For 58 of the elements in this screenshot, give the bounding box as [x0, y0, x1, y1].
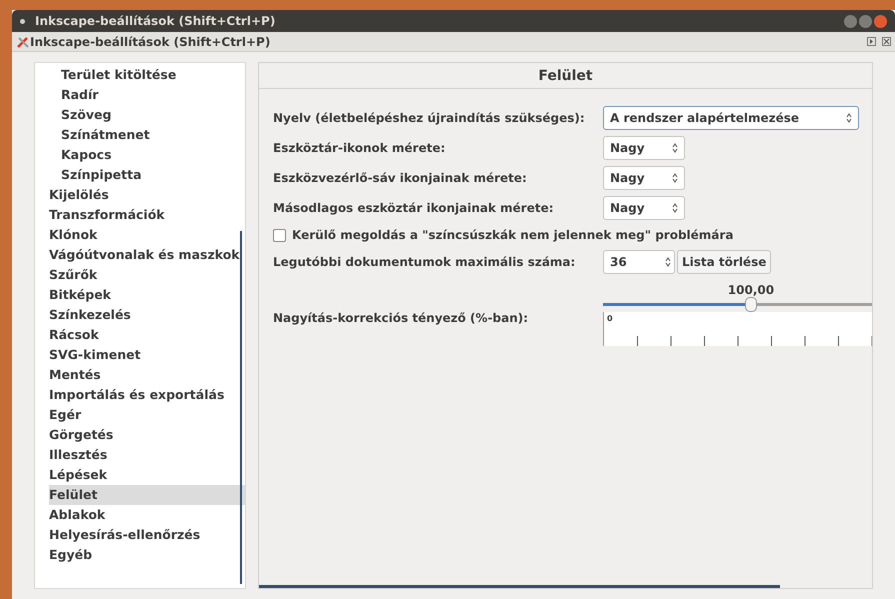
- dropdown[interactable]: A rendszer alapértelmezése: [603, 106, 859, 130]
- spin-field[interactable]: 36: [603, 250, 675, 274]
- dropdown[interactable]: Nagy: [603, 136, 685, 160]
- field-label: Másodlagos eszköztár ikonjainak mérete:: [273, 200, 555, 217]
- tree-item[interactable]: Szűrők: [49, 265, 245, 285]
- tree-item[interactable]: Bitképek: [49, 285, 245, 305]
- play-icon[interactable]: [867, 37, 876, 46]
- field-label: Eszközvezérlő-sáv ikonjainak mérete:: [273, 170, 528, 187]
- tree-item[interactable]: Kapocs: [49, 145, 245, 165]
- checkbox-label: Kerülő megoldás a "színcsúszkák nem jelennek meg" problémára: [292, 227, 734, 244]
- checkbox[interactable]: [273, 228, 286, 242]
- spin-arrows-icon: [665, 257, 671, 267]
- tree-item[interactable]: Illesztés: [49, 445, 245, 465]
- tree-item[interactable]: Szöveg: [49, 105, 245, 125]
- tree-item[interactable]: Görgetés: [49, 425, 245, 445]
- panel-title: Felület: [259, 63, 872, 89]
- field-label: Eszköztár-ikonok mérete:: [273, 140, 446, 157]
- field-label: Legutóbbi dokumentumok maximális száma:: [273, 254, 576, 271]
- tree-item[interactable]: Terület kitöltése: [49, 65, 245, 85]
- tree-item[interactable]: Klónok: [49, 225, 245, 245]
- dropdown[interactable]: Nagy: [603, 196, 685, 220]
- tree-item[interactable]: Mentés: [49, 365, 245, 385]
- close-button[interactable]: [874, 14, 887, 28]
- slider-reading: 100,00: [728, 282, 774, 299]
- tools-icon: [16, 34, 30, 48]
- tree-item[interactable]: Egér: [49, 405, 245, 425]
- tree-item[interactable]: Színkezelés: [49, 305, 245, 325]
- tree-item[interactable]: Színátmenet: [49, 125, 245, 145]
- slider-thumb[interactable]: [744, 297, 757, 312]
- tree-item[interactable]: Egyéb: [49, 545, 245, 565]
- dropdown[interactable]: Nagy: [603, 166, 685, 190]
- tree-item[interactable]: Transzformációk: [49, 205, 245, 225]
- tree-item[interactable]: Vágóútvonalak és maszkok: [49, 245, 245, 265]
- tree-item[interactable]: Radír: [49, 85, 245, 105]
- ruler-label: 0: [607, 314, 613, 324]
- field-label: Nagyítás-korrekciós tényező (%-ban):: [273, 310, 530, 327]
- field-label: Nyelv (életbelépéshez újraindítás szükséges):: [273, 110, 586, 127]
- tree-item[interactable]: Rácsok: [49, 325, 245, 345]
- tree-item[interactable]: Ablakok: [49, 505, 245, 525]
- spin-arrows-icon: [672, 173, 678, 183]
- tree-item[interactable]: Lépések: [49, 465, 245, 485]
- maximize-button[interactable]: [859, 14, 872, 28]
- window-title: Inkscape-beállítások (Shift+Ctrl+P): [35, 13, 276, 30]
- tree-item[interactable]: SVG-kimenet: [49, 345, 245, 365]
- scrollbar[interactable]: [259, 585, 780, 588]
- close-icon[interactable]: [882, 37, 891, 46]
- dialog-title: Inkscape-beállítások (Shift+Ctrl+P): [30, 34, 270, 50]
- tree-item[interactable]: Helyesírás-ellenőrzés: [49, 525, 245, 545]
- scrollbar[interactable]: [240, 231, 242, 584]
- spin-arrows-icon: [672, 143, 678, 153]
- tree-item[interactable]: Felület: [49, 485, 245, 505]
- spin-arrows-icon: [846, 113, 852, 123]
- tree-item[interactable]: Színpipetta: [49, 165, 245, 185]
- tree-item[interactable]: Kijelölés: [49, 185, 245, 205]
- spin-arrows-icon: [672, 203, 678, 213]
- clear-list-button[interactable]: Lista törlése: [677, 250, 772, 274]
- minimize-button[interactable]: [844, 14, 857, 28]
- tree-item[interactable]: Importálás és exportálás: [49, 385, 245, 405]
